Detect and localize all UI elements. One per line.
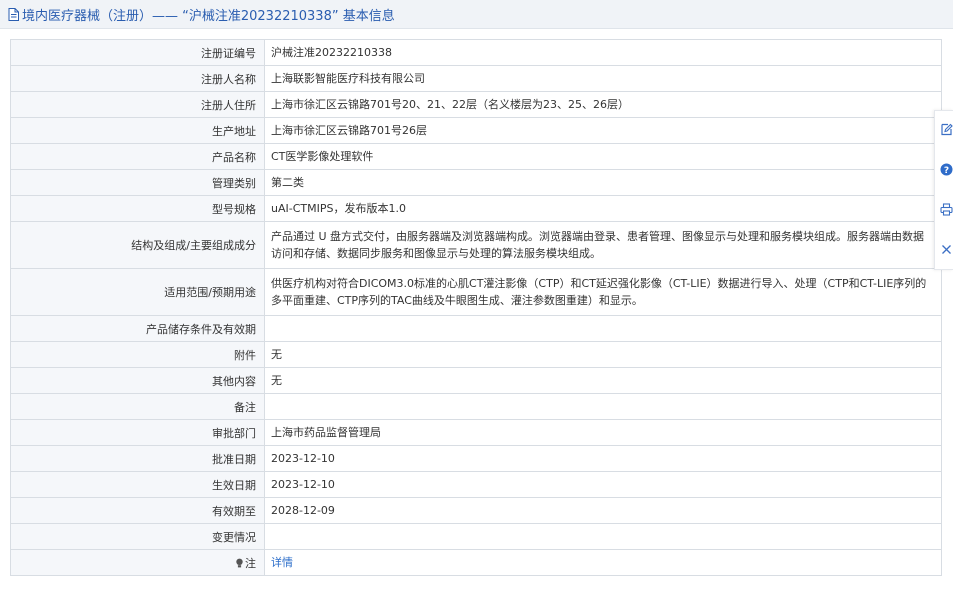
table-row: 注册人住所 上海市徐汇区云锦路701号20、21、22层（名义楼层为23、25、…	[10, 91, 942, 118]
table-row: 适用范围/预期用途 供医疗机构对符合DICOM3.0标准的心肌CT灌注影像（CT…	[10, 268, 942, 316]
row-value: CT医学影像处理软件	[264, 143, 942, 170]
row-label: 批准日期	[10, 445, 265, 472]
row-label: 生效日期	[10, 471, 265, 498]
table-row: 变更情况	[10, 523, 942, 550]
row-value: 上海市徐汇区云锦路701号26层	[264, 117, 942, 144]
row-value: 2028-12-09	[264, 497, 942, 524]
print-icon[interactable]	[938, 201, 953, 217]
note-label-text: 注	[245, 556, 256, 570]
row-label: 附件	[10, 341, 265, 368]
row-value: 上海市药品监督管理局	[264, 419, 942, 446]
page-title: 境内医疗器械（注册）—— “沪械注准20232210338” 基本信息	[22, 8, 395, 24]
row-label: 产品名称	[10, 143, 265, 170]
row-value	[264, 523, 942, 550]
lightbulb-icon	[235, 558, 244, 571]
svg-text:?: ?	[943, 166, 948, 176]
table-row: 有效期至 2028-12-09	[10, 497, 942, 524]
help-icon[interactable]: ?	[938, 161, 953, 177]
table-row: 其他内容 无	[10, 367, 942, 394]
row-value: 无	[264, 341, 942, 368]
table-row: 产品名称 CT医学影像处理软件	[10, 143, 942, 170]
row-value: 供医疗机构对符合DICOM3.0标准的心肌CT灌注影像（CTP）和CT延迟强化影…	[264, 268, 942, 316]
row-value: 第二类	[264, 169, 942, 196]
table-row: 注册证编号 沪械注准20232210338	[10, 39, 942, 66]
row-label: 适用范围/预期用途	[10, 268, 265, 316]
row-value: 产品通过 U 盘方式交付，由服务器端及浏览器端构成。浏览器端由登录、患者管理、图…	[264, 221, 942, 269]
row-value: 2023-12-10	[264, 445, 942, 472]
table-row: 注 详情	[10, 549, 942, 576]
table-row: 备注	[10, 393, 942, 420]
row-value: 详情	[264, 549, 942, 576]
row-label: 型号规格	[10, 195, 265, 222]
table-row: 生产地址 上海市徐汇区云锦路701号26层	[10, 117, 942, 144]
table-row: 附件 无	[10, 341, 942, 368]
row-label: 结构及组成/主要组成成分	[10, 221, 265, 269]
edit-icon[interactable]	[938, 121, 953, 137]
row-value	[264, 315, 942, 342]
table-row: 审批部门 上海市药品监督管理局	[10, 419, 942, 446]
side-toolbar: ?	[934, 110, 953, 270]
table-row: 批准日期 2023-12-10	[10, 445, 942, 472]
row-label: 备注	[10, 393, 265, 420]
row-label: 生产地址	[10, 117, 265, 144]
row-value: 2023-12-10	[264, 471, 942, 498]
row-value: uAI-CTMIPS，发布版本1.0	[264, 195, 942, 222]
info-table: 注册证编号 沪械注准20232210338 注册人名称 上海联影智能医疗科技有限…	[10, 39, 942, 576]
row-value: 沪械注准20232210338	[264, 39, 942, 66]
row-value: 无	[264, 367, 942, 394]
table-row: 产品储存条件及有效期	[10, 315, 942, 342]
table-row: 注册人名称 上海联影智能医疗科技有限公司	[10, 65, 942, 92]
document-icon	[6, 6, 20, 22]
table-row: 生效日期 2023-12-10	[10, 471, 942, 498]
table-row: 型号规格 uAI-CTMIPS，发布版本1.0	[10, 195, 942, 222]
row-value: 上海联影智能医疗科技有限公司	[264, 65, 942, 92]
row-label: 注册人住所	[10, 91, 265, 118]
page-header: 境内医疗器械（注册）—— “沪械注准20232210338” 基本信息	[0, 0, 953, 29]
table-row: 管理类别 第二类	[10, 169, 942, 196]
table-row: 结构及组成/主要组成成分 产品通过 U 盘方式交付，由服务器端及浏览器端构成。浏…	[10, 221, 942, 269]
details-link[interactable]: 详情	[271, 556, 293, 569]
row-label: 有效期至	[10, 497, 265, 524]
row-label: 变更情况	[10, 523, 265, 550]
row-value	[264, 393, 942, 420]
close-icon[interactable]	[938, 241, 953, 257]
row-label: 其他内容	[10, 367, 265, 394]
row-label: 产品储存条件及有效期	[10, 315, 265, 342]
row-label: 注册人名称	[10, 65, 265, 92]
note-label: 注	[10, 549, 265, 576]
row-label: 审批部门	[10, 419, 265, 446]
row-label: 注册证编号	[10, 39, 265, 66]
row-value: 上海市徐汇区云锦路701号20、21、22层（名义楼层为23、25、26层）	[264, 91, 942, 118]
row-label: 管理类别	[10, 169, 265, 196]
